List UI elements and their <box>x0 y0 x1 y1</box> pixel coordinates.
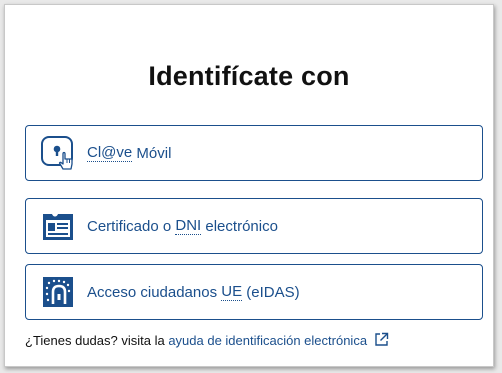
ue-abbr: UE <box>221 283 243 301</box>
page-title: Identifícate con <box>148 61 350 91</box>
certificado-dni-label: Certificado o DNI electrónico <box>87 199 278 253</box>
eidas-prefix: Acceso ciudadanos <box>87 283 222 301</box>
help-link-label: ayuda de identificación electrónica <box>168 333 368 348</box>
certificado-dni-button[interactable]: Certificado o DNI electrónico <box>25 198 483 254</box>
certificate-card-icon <box>40 208 76 244</box>
clave-movil-button[interactable]: Cl@ve Móvil <box>25 125 483 181</box>
eidas-label: Acceso ciudadanos UE (eIDAS) <box>87 265 300 319</box>
eidas-suffix: (eIDAS) <box>242 283 300 301</box>
help-link[interactable]: ayuda de identificación electrónica <box>168 332 389 350</box>
eidas-button[interactable]: Acceso ciudadanos UE (eIDAS) <box>25 264 483 320</box>
clave-movil-suffix: Móvil <box>132 144 172 162</box>
certificado-prefix: Certificado o <box>87 217 176 235</box>
external-link-icon <box>374 332 389 350</box>
help-footer: ¿Tienes dudas? visita la ayuda de identi… <box>25 332 389 350</box>
clave-movil-label: Cl@ve Móvil <box>87 126 171 180</box>
dni-abbr: DNI <box>175 217 202 235</box>
clave-lock-icon <box>40 135 76 171</box>
login-panel: Identifícate con Cl@ve Móvil Certificado… <box>4 4 494 367</box>
help-text: ¿Tienes dudas? visita la <box>25 333 169 348</box>
clave-abbr: Cl@ve <box>87 144 133 162</box>
eu-lock-icon <box>40 274 76 310</box>
certificado-suffix: electrónico <box>201 217 278 235</box>
